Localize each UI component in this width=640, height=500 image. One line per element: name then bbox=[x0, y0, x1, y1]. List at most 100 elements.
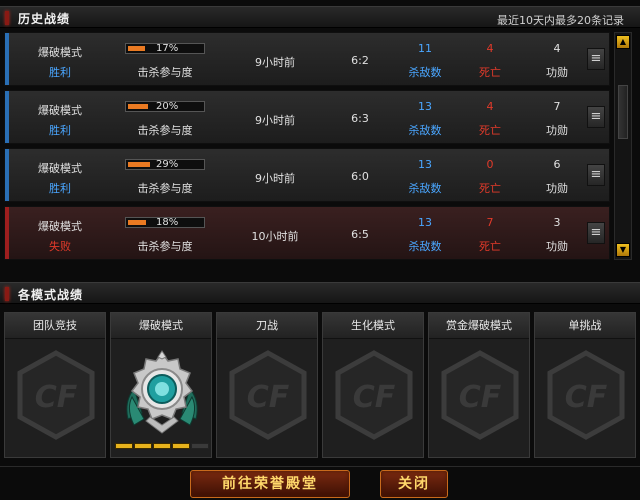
kills-label: 杀敌数 bbox=[408, 240, 442, 253]
kills-label: 杀敌数 bbox=[408, 182, 442, 195]
history-row[interactable]: 爆破模式 胜利 17% 击杀参与度 9小时前 6:2 11 杀敌数 4 死亡 4… bbox=[4, 32, 610, 86]
history-row[interactable]: 爆破模式 失败 18% 击杀参与度 10小时前 6:5 13 杀敌数 7 死亡 … bbox=[4, 206, 610, 260]
header-accent bbox=[5, 287, 9, 301]
row-kills: 13 bbox=[418, 216, 432, 229]
history-row[interactable]: 爆破模式 胜利 29% 击杀参与度 9小时前 6:0 13 杀敌数 0 死亡 6… bbox=[4, 148, 610, 202]
cf-logo-icon: CF bbox=[441, 350, 519, 440]
row-kills: 13 bbox=[418, 158, 432, 171]
row-score: 6:2 bbox=[351, 54, 369, 67]
deaths-label: 死亡 bbox=[479, 240, 501, 253]
arrow-down-icon[interactable]: ▼ bbox=[616, 243, 630, 257]
list-menu-icon[interactable]: ≡ bbox=[587, 222, 605, 244]
merit-label: 功勋 bbox=[546, 240, 568, 253]
row-mode: 爆破模式 bbox=[38, 162, 82, 175]
participation-bar: 18% bbox=[125, 217, 205, 228]
rank-progress bbox=[115, 443, 209, 451]
row-deaths: 4 bbox=[486, 42, 494, 55]
row-kills: 13 bbox=[418, 100, 432, 113]
participation-value: 29% bbox=[156, 159, 179, 170]
silver-rank-medal-icon bbox=[126, 350, 198, 434]
row-deaths: 4 bbox=[486, 100, 494, 113]
participation-bar: 29% bbox=[125, 159, 205, 170]
result-stripe bbox=[5, 33, 9, 85]
goto-hall-of-honor-button[interactable]: 前往荣誉殿堂 bbox=[190, 470, 350, 498]
merit-label: 功勋 bbox=[546, 182, 568, 195]
cf-logo-icon: CF bbox=[229, 350, 307, 440]
result-stripe bbox=[5, 149, 9, 201]
history-header: 历史战绩 最近10天内最多20条记录 bbox=[0, 6, 640, 28]
row-result: 胜利 bbox=[49, 66, 71, 79]
row-score: 6:0 bbox=[351, 170, 369, 183]
row-score: 6:5 bbox=[351, 228, 369, 241]
arrow-up-icon[interactable]: ▲ bbox=[616, 35, 630, 49]
row-kills: 11 bbox=[418, 42, 432, 55]
row-time: 9小时前 bbox=[255, 56, 295, 69]
mode-card[interactable]: 刀战 CF bbox=[216, 312, 318, 458]
row-merit: 6 bbox=[553, 158, 561, 171]
row-result: 胜利 bbox=[49, 124, 71, 137]
mode-card[interactable]: 爆破模式 bbox=[110, 312, 212, 458]
svg-text:CF: CF bbox=[459, 380, 502, 415]
history-note: 最近10天内最多20条记录 bbox=[497, 14, 624, 27]
row-mode: 爆破模式 bbox=[38, 46, 82, 59]
row-merit: 3 bbox=[553, 216, 561, 229]
participation-label: 击杀参与度 bbox=[137, 66, 193, 79]
participation-value: 18% bbox=[156, 217, 179, 228]
row-merit: 7 bbox=[553, 100, 561, 113]
row-result: 胜利 bbox=[49, 182, 71, 195]
row-time: 9小时前 bbox=[255, 114, 295, 127]
result-stripe bbox=[5, 207, 9, 259]
merit-label: 功勋 bbox=[546, 124, 568, 137]
history-row[interactable]: 爆破模式 胜利 20% 击杀参与度 9小时前 6:3 13 杀敌数 4 死亡 7… bbox=[4, 90, 610, 144]
mode-name: 团队竞技 bbox=[5, 313, 105, 339]
mode-name: 单挑战 bbox=[535, 313, 635, 339]
mode-card[interactable]: 单挑战 CF bbox=[534, 312, 636, 458]
mode-card[interactable]: 生化模式 CF bbox=[322, 312, 424, 458]
mode-card[interactable]: 团队竞技 CF bbox=[4, 312, 106, 458]
modes-panel: 团队竞技 CF 爆破模式 刀战 CF 生化模式 CF 赏金爆破模式 CF 单挑战… bbox=[0, 308, 640, 460]
list-menu-icon[interactable]: ≡ bbox=[587, 164, 605, 186]
rank-pip bbox=[134, 443, 152, 449]
mode-name: 刀战 bbox=[217, 313, 317, 339]
row-time: 10小时前 bbox=[251, 230, 299, 243]
header-accent bbox=[5, 11, 9, 25]
deaths-label: 死亡 bbox=[479, 66, 501, 79]
scroll-thumb[interactable] bbox=[618, 85, 628, 139]
kills-label: 杀敌数 bbox=[408, 124, 442, 137]
deaths-label: 死亡 bbox=[479, 124, 501, 137]
modes-header: 各模式战绩 bbox=[0, 282, 640, 304]
close-button[interactable]: 关闭 bbox=[380, 470, 448, 498]
history-list: 爆破模式 胜利 17% 击杀参与度 9小时前 6:2 11 杀敌数 4 死亡 4… bbox=[0, 30, 612, 262]
row-result: 失败 bbox=[49, 240, 71, 253]
cf-logo-icon: CF bbox=[547, 350, 625, 440]
result-stripe bbox=[5, 91, 9, 143]
merit-label: 功勋 bbox=[546, 66, 568, 79]
history-title: 历史战绩 bbox=[18, 12, 71, 26]
row-mode: 爆破模式 bbox=[38, 220, 82, 233]
row-deaths: 0 bbox=[486, 158, 494, 171]
rank-pip bbox=[191, 443, 209, 449]
participation-bar: 20% bbox=[125, 101, 205, 112]
footer-divider bbox=[0, 466, 640, 467]
participation-bar: 17% bbox=[125, 43, 205, 54]
participation-label: 击杀参与度 bbox=[137, 182, 193, 195]
kills-label: 杀敌数 bbox=[408, 66, 442, 79]
history-scrollbar[interactable]: ▲ ▼ bbox=[614, 32, 632, 260]
participation-value: 17% bbox=[156, 43, 179, 54]
mode-name: 生化模式 bbox=[323, 313, 423, 339]
svg-text:CF: CF bbox=[247, 380, 290, 415]
row-merit: 4 bbox=[553, 42, 561, 55]
rank-pip bbox=[172, 443, 190, 449]
row-score: 6:3 bbox=[351, 112, 369, 125]
participation-label: 击杀参与度 bbox=[137, 124, 193, 137]
svg-text:CF: CF bbox=[35, 380, 78, 415]
list-menu-icon[interactable]: ≡ bbox=[587, 48, 605, 70]
participation-value: 20% bbox=[156, 101, 179, 112]
row-deaths: 7 bbox=[486, 216, 494, 229]
mode-card[interactable]: 赏金爆破模式 CF bbox=[428, 312, 530, 458]
deaths-label: 死亡 bbox=[479, 182, 501, 195]
cf-logo-icon: CF bbox=[17, 350, 95, 440]
svg-text:CF: CF bbox=[565, 380, 608, 415]
list-menu-icon[interactable]: ≡ bbox=[587, 106, 605, 128]
modes-title: 各模式战绩 bbox=[18, 288, 84, 302]
